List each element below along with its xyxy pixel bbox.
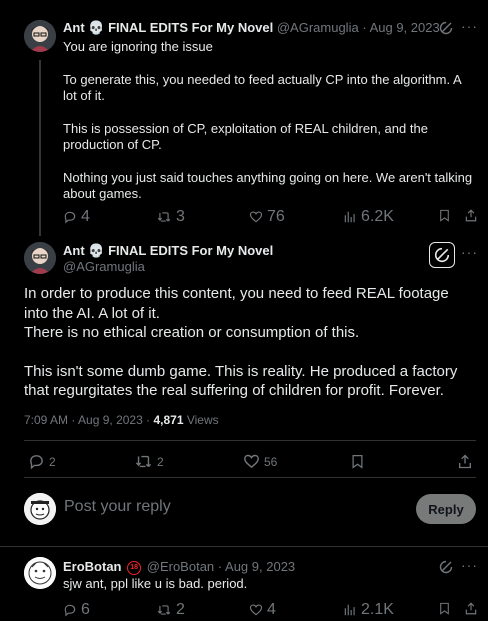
repost-button[interactable]: 2 — [134, 453, 164, 470]
tweet-paragraph: You are ignoring the issue — [63, 39, 213, 54]
reply-button[interactable]: 2 — [28, 453, 56, 470]
more-icon[interactable]: ··· — [461, 18, 478, 34]
reply-count: 2 — [49, 454, 56, 469]
grok-button[interactable] — [429, 242, 455, 268]
grok-icon[interactable] — [438, 20, 454, 36]
bookmark-button[interactable] — [438, 601, 451, 616]
repost-count: 2 — [176, 601, 185, 618]
more-icon[interactable]: ··· — [461, 557, 478, 573]
reply-button[interactable]: 4 — [63, 208, 90, 226]
share-icon — [465, 209, 477, 222]
separator: · — [362, 20, 367, 35]
reply-button[interactable]: 6 — [63, 601, 90, 619]
separator: · — [71, 413, 76, 427]
reply-tweet[interactable]: Ant 💀 FINAL EDITS For My Novel @AGramugl… — [0, 0, 488, 236]
repost-icon — [157, 605, 171, 615]
repost-button[interactable]: 2 — [156, 601, 185, 619]
bookmark-icon — [440, 602, 449, 615]
adult-badge: 18 — [127, 560, 142, 575]
reply-submit-button[interactable]: Reply — [416, 494, 476, 524]
main-tweet-text: In order to produce this content, you ne… — [24, 284, 476, 420]
avatar[interactable] — [24, 557, 56, 589]
bottom-reply-text: sjw ant, ppl like u is bad. period. — [63, 576, 248, 591]
bottom-reply-header: EroBotan 18 @EroBotan · Aug 9, 2023 — [63, 559, 295, 575]
reply-icon — [30, 455, 43, 470]
thread-line — [39, 60, 41, 236]
like-count: 76 — [267, 208, 285, 225]
views-label: Views — [186, 413, 219, 427]
display-name[interactable]: Ant 💀 FINAL EDITS For My Novel — [63, 20, 273, 35]
repost-count: 3 — [176, 208, 185, 225]
handle[interactable]: @EroBotan — [147, 559, 214, 574]
views-count: 6.2K — [361, 208, 394, 225]
bookmark-button[interactable] — [350, 453, 365, 470]
tweet-paragraph: This is possession of CP, exploitation o… — [63, 120, 428, 153]
tweet-paragraph: To generate this, you needed to feed act… — [63, 71, 461, 104]
timestamp[interactable]: Aug 9, 2023 — [225, 559, 295, 574]
display-name[interactable]: EroBotan — [63, 559, 122, 574]
heart-icon — [249, 211, 263, 223]
bookmark-button[interactable] — [438, 208, 451, 223]
bookmark-icon — [440, 209, 449, 222]
reply-icon — [64, 604, 76, 617]
share-button[interactable] — [457, 453, 473, 470]
tweet-meta: 7:09 AM · Aug 9, 2023 · 4,871 Views — [24, 413, 219, 427]
reply-count: 6 — [81, 601, 90, 618]
reply-count: 4 — [81, 208, 90, 225]
like-button[interactable]: 56 — [243, 453, 277, 470]
timestamp[interactable]: Aug 9, 2023 — [370, 20, 440, 35]
more-icon[interactable]: ··· — [461, 244, 478, 260]
divider — [24, 440, 476, 441]
like-button[interactable]: 4 — [249, 601, 276, 619]
handle[interactable]: @AGramuglia — [277, 20, 359, 35]
avatar[interactable] — [24, 493, 56, 525]
like-count: 4 — [267, 601, 276, 618]
separator: · — [217, 559, 223, 574]
like-button[interactable]: 76 — [249, 208, 285, 226]
grok-icon — [434, 247, 450, 263]
repost-icon — [135, 455, 152, 468]
repost-button[interactable]: 3 — [156, 208, 185, 226]
display-name[interactable]: Ant 💀 FINAL EDITS For My Novel — [63, 243, 273, 259]
share-icon — [459, 454, 471, 469]
tweet-time[interactable]: 7:09 AM — [24, 413, 68, 427]
grok-icon[interactable] — [438, 559, 454, 575]
views-icon — [344, 604, 355, 616]
views-count: 2.1K — [361, 601, 394, 618]
handle[interactable]: @AGramuglia — [63, 259, 145, 274]
views-count: 4,871 — [153, 413, 184, 427]
share-icon — [465, 602, 477, 615]
heart-icon — [244, 454, 259, 469]
bookmark-icon — [352, 454, 363, 469]
share-button[interactable] — [464, 601, 478, 616]
divider — [0, 546, 488, 547]
reply-tweet-header: Ant 💀 FINAL EDITS For My Novel @AGramugl… — [63, 20, 440, 36]
tweet-paragraph: In order to produce this content, you ne… — [24, 285, 449, 341]
heart-icon — [249, 604, 263, 616]
divider — [24, 477, 476, 478]
repost-icon — [157, 212, 171, 222]
separator: · — [146, 413, 151, 427]
avatar[interactable] — [24, 20, 56, 52]
like-count: 56 — [264, 454, 278, 469]
reply-input[interactable]: Post your reply — [64, 498, 171, 516]
avatar[interactable] — [24, 242, 56, 274]
reply-tweet-text: You are ignoring the issue To generate t… — [63, 39, 475, 219]
repost-count: 2 — [157, 454, 164, 469]
tweet-paragraph: This isn't some dumb game. This is reali… — [24, 362, 458, 400]
views-button[interactable]: 2.1K — [343, 601, 394, 619]
views-button[interactable]: 6.2K — [343, 208, 394, 226]
share-button[interactable] — [464, 208, 478, 223]
tweet-date[interactable]: Aug 9, 2023 — [78, 413, 143, 427]
tweet-paragraph: Nothing you just said touches anything g… — [63, 169, 473, 202]
reply-icon — [64, 211, 76, 224]
views-icon — [344, 211, 355, 223]
